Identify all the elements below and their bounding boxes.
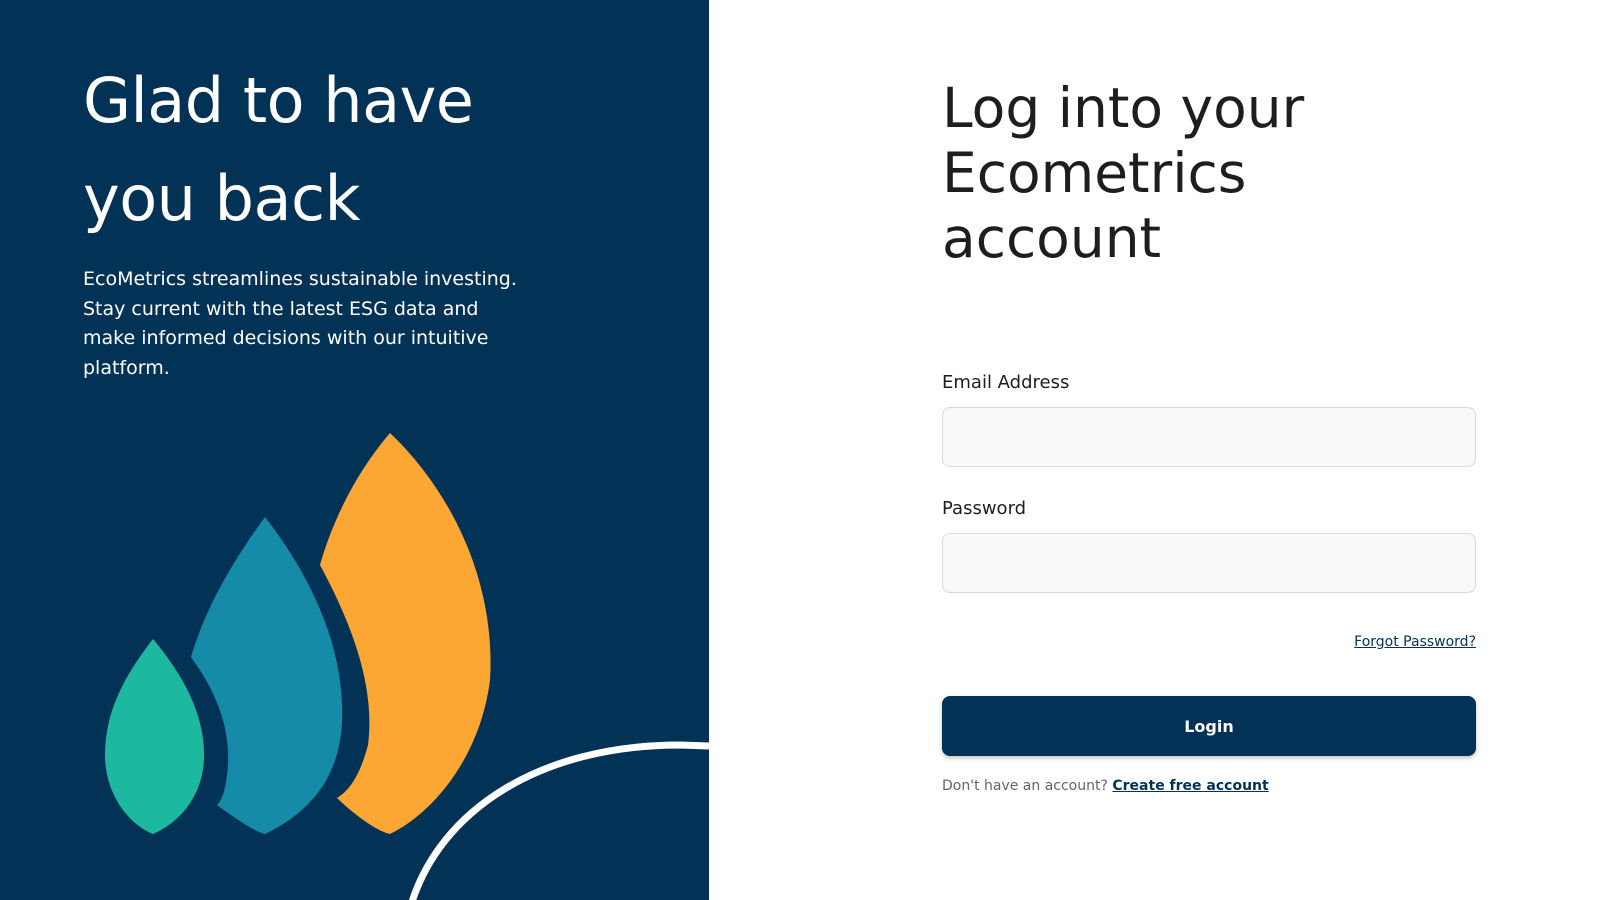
login-panel: Log into your Ecometrics account Email A… [709,0,1600,900]
signup-prompt: Don't have an account? Create free accou… [942,778,1269,794]
login-button[interactable]: Login [942,696,1476,756]
login-page: Glad to have you back EcoMetrics streaml… [0,0,1600,900]
forgot-password-link[interactable]: Forgot Password? [1309,634,1476,650]
blue-drop-shape [191,517,343,834]
email-label: Email Address [942,372,1070,393]
welcome-panel: Glad to have you back EcoMetrics streaml… [0,0,709,900]
login-title: Log into your Ecometrics account [942,76,1305,270]
green-drop-shape [104,639,205,834]
orange-drop-shape [320,433,491,834]
leaf-drops-illustration [104,433,709,900]
password-field[interactable] [942,533,1476,593]
create-account-link[interactable]: Create free account [1112,778,1268,794]
password-label: Password [942,498,1027,519]
no-account-text: Don't have an account? [942,778,1108,794]
email-field[interactable] [942,407,1476,467]
